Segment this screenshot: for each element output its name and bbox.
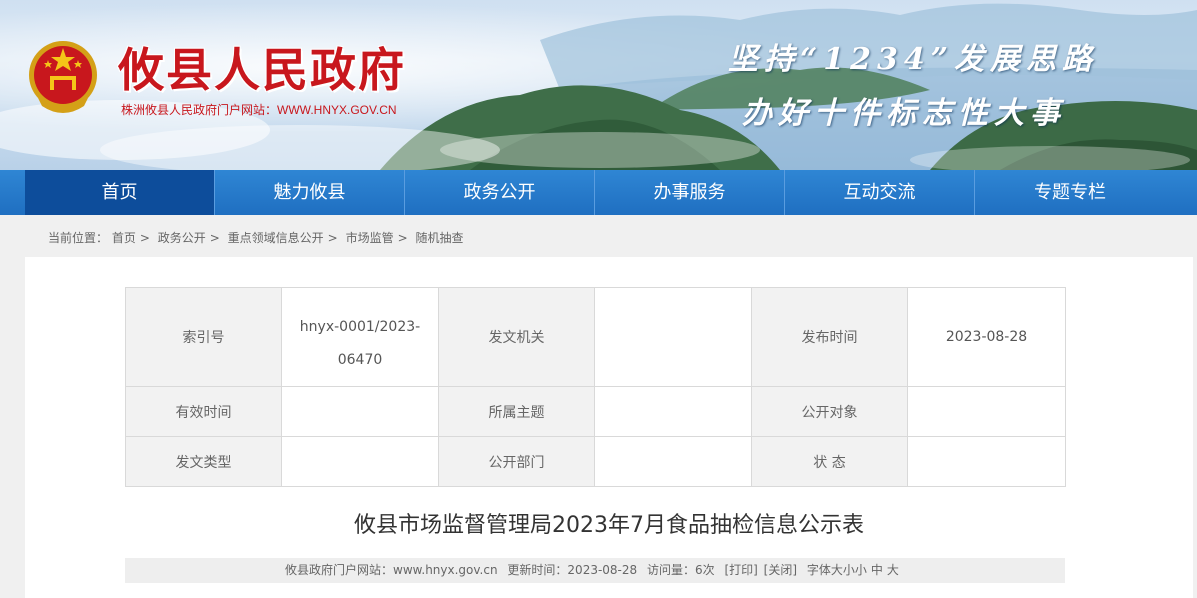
breadcrumb-separator: > — [397, 231, 408, 245]
doc-type-label: 发文类型 — [125, 436, 282, 487]
audience-label: 公开对象 — [751, 386, 908, 437]
nav-item-home[interactable]: 首页 — [25, 170, 215, 215]
main-content: 索引号 hnyx-0001/2023- 06470 发文机关 发布时间 2023… — [25, 257, 1193, 598]
table-row: 发文类型 公开部门 状 态 — [125, 436, 1066, 487]
document-meta-table: 索引号 hnyx-0001/2023- 06470 发文机关 发布时间 2023… — [125, 287, 1066, 487]
doc-type-value — [281, 436, 439, 487]
print-button[interactable]: [打印] — [724, 563, 757, 577]
table-row: 索引号 hnyx-0001/2023- 06470 发文机关 发布时间 2023… — [125, 287, 1066, 387]
main-nav: 首页 魅力攸县 政务公开 办事服务 互动交流 专题专栏 — [0, 170, 1197, 215]
publish-time-value: 2023-08-28 — [907, 287, 1066, 387]
nav-item-services[interactable]: 办事服务 — [595, 170, 785, 215]
valid-time-value — [281, 386, 439, 437]
status-label: 状 态 — [751, 436, 908, 487]
site-banner: 攸县人民政府 株洲攸县人民政府门户网站：WWW.HNYX.GOV.CN 坚持“1… — [0, 0, 1197, 170]
breadcrumb-link-key-areas[interactable]: 重点领域信息公开 — [228, 231, 324, 245]
site-subtitle: 株洲攸县人民政府门户网站：WWW.HNYX.GOV.CN — [121, 103, 397, 117]
visit-count: 访问量：6次 — [647, 563, 715, 577]
breadcrumb-separator: > — [139, 231, 150, 245]
slogan-line-2: 办好十件标志性大事 — [742, 96, 1066, 131]
issuer-label: 发文机关 — [438, 287, 595, 387]
topic-value — [594, 386, 752, 437]
slogan-line-1: 坚持“1234”发展思路 — [728, 42, 1099, 77]
font-size-large-button[interactable]: 大 — [887, 563, 899, 577]
breadcrumb: 当前位置： 首页 > 政务公开 > 重点领域信息公开 > 市场监管 > 随机抽查 — [48, 229, 463, 246]
article-title: 攸县市场监督管理局2023年7月食品抽检信息公示表 — [354, 513, 864, 538]
close-button[interactable]: [关闭] — [764, 563, 797, 577]
breadcrumb-separator: > — [209, 231, 220, 245]
audience-value — [907, 386, 1066, 437]
breadcrumb-link-market-supervision[interactable]: 市场监管 — [346, 231, 394, 245]
index-value: hnyx-0001/2023- 06470 — [281, 287, 439, 387]
department-value — [594, 436, 752, 487]
nav-item-charm-youxian[interactable]: 魅力攸县 — [215, 170, 405, 215]
index-label: 索引号 — [125, 287, 282, 387]
font-size-medium-button[interactable]: 中 — [871, 563, 883, 577]
breadcrumb-link-random-inspection[interactable]: 随机抽查 — [415, 231, 463, 245]
source-text: 攸县政府门户网站：www.hnyx.gov.cn — [285, 563, 498, 577]
nav-item-special-topics[interactable]: 专题专栏 — [975, 170, 1165, 215]
font-size-label: 字体大小 — [806, 563, 855, 577]
table-row: 有效时间 所属主题 公开对象 — [125, 386, 1066, 437]
article-info-bar: 攸县政府门户网站：www.hnyx.gov.cn 更新时间：2023-08-28… — [125, 558, 1065, 583]
site-title: 攸县人民政府 — [118, 43, 406, 97]
nav-item-interaction[interactable]: 互动交流 — [785, 170, 975, 215]
national-emblem-icon — [29, 41, 97, 113]
topic-label: 所属主题 — [438, 386, 595, 437]
publish-time-label: 发布时间 — [751, 287, 908, 387]
nav-item-government-affairs[interactable]: 政务公开 — [405, 170, 595, 215]
issuer-value — [594, 287, 752, 387]
status-value — [907, 436, 1066, 487]
department-label: 公开部门 — [438, 436, 595, 487]
breadcrumb-link-home[interactable]: 首页 — [112, 231, 136, 245]
valid-time-label: 有效时间 — [125, 386, 282, 437]
breadcrumb-prefix: 当前位置： — [48, 231, 109, 245]
breadcrumb-separator: > — [327, 231, 338, 245]
updated-time: 更新时间：2023-08-28 — [507, 563, 638, 577]
font-size-small-button[interactable]: 小 — [855, 563, 867, 577]
breadcrumb-link-government-affairs[interactable]: 政务公开 — [158, 231, 206, 245]
